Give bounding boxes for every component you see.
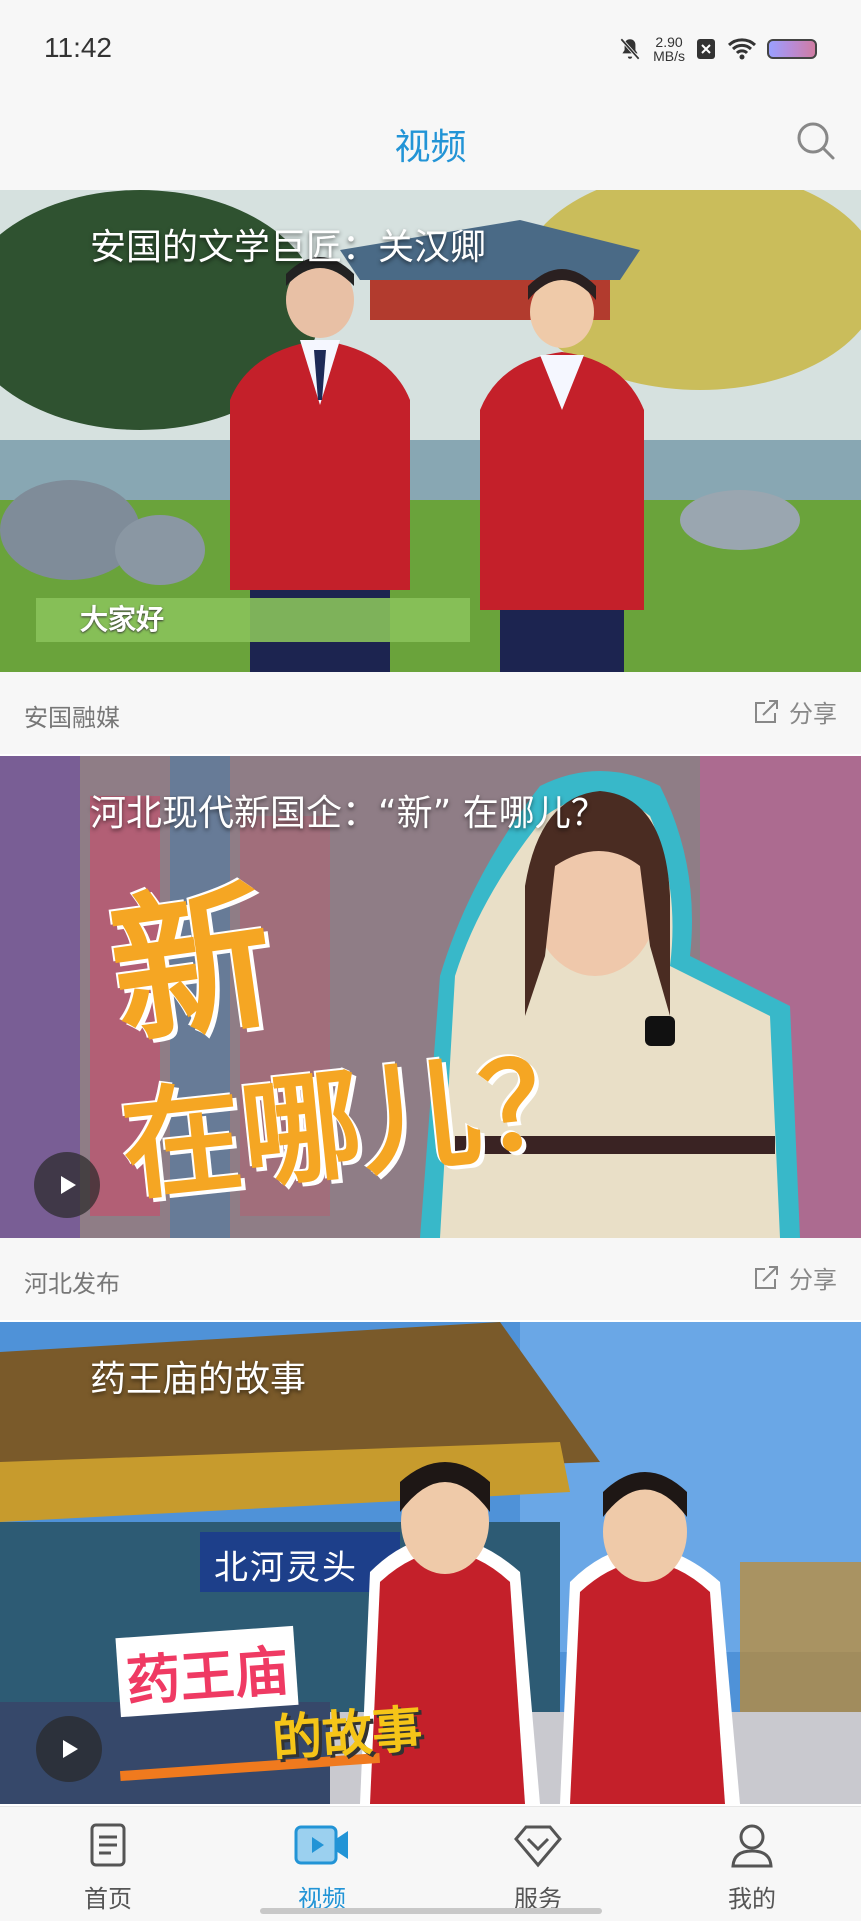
overlay-text-story: 的故事: [270, 1699, 425, 1769]
share-label: 分享: [789, 700, 837, 728]
share-icon: [755, 1265, 778, 1289]
page-title: 视频: [394, 127, 467, 168]
video-title: 河北现代新国企：“新” 在哪儿？: [90, 793, 607, 834]
home-indicator[interactable]: [260, 1908, 602, 1914]
bottom-tab-bar: 首页 视频 服务 我的: [0, 1806, 861, 1921]
mute-bell-icon: [620, 38, 640, 60]
status-bar: 11:42 2.90 MB/s: [0, 0, 861, 100]
share-label: 分享: [789, 1266, 837, 1294]
video-source: 安国融媒: [24, 704, 120, 732]
search-button[interactable]: [791, 116, 841, 166]
speed-value: 2.90: [655, 34, 683, 50]
battery-icon: [767, 39, 817, 59]
tab-label: 我的: [728, 1885, 776, 1913]
tab-service[interactable]: 服务: [478, 1821, 598, 1914]
video-icon: [294, 1825, 348, 1865]
speed-unit: MB/s: [653, 48, 685, 64]
tab-home[interactable]: 首页: [48, 1821, 168, 1914]
gate-plaque: 北河灵头: [214, 1548, 358, 1588]
video-title: 药王庙的故事: [90, 1359, 307, 1400]
share-icon: [755, 699, 778, 723]
profile-icon: [731, 1824, 773, 1868]
header: 视频: [0, 100, 861, 190]
video-thumbnail[interactable]: 大家好 安国的文学巨匠：关汉卿: [0, 190, 861, 672]
video-thumbnail[interactable]: 新 在哪儿？ 河北现代新国企：“新” 在哪儿？: [0, 756, 861, 1238]
news-icon: [90, 1823, 126, 1867]
status-icons: 2.90 MB/s: [617, 34, 817, 64]
service-icon: [514, 1825, 562, 1868]
tab-video[interactable]: 视频: [262, 1821, 382, 1914]
wifi-icon: [727, 38, 757, 60]
play-icon: [63, 1740, 78, 1758]
play-button[interactable]: [36, 1716, 102, 1782]
card-footer: 河北发布 分享: [0, 1238, 861, 1320]
share-button[interactable]: 分享: [751, 694, 837, 729]
tab-label: 首页: [84, 1885, 132, 1913]
tab-profile[interactable]: 我的: [692, 1821, 812, 1914]
status-time: 11:42: [44, 32, 112, 63]
video-title: 安国的文学巨匠：关汉卿: [90, 227, 487, 268]
share-button[interactable]: 分享: [751, 1260, 837, 1295]
search-icon: [797, 122, 835, 160]
video-thumbnail[interactable]: 北河灵头 药王庙 的故事 药王庙的故事: [0, 1322, 861, 1804]
play-button[interactable]: [34, 1152, 100, 1218]
network-speed: 2.90 MB/s: [653, 35, 685, 63]
video-source: 河北发布: [24, 1270, 120, 1298]
no-sim-icon: [697, 39, 715, 59]
video-caption: 大家好: [80, 603, 165, 636]
card-footer: 安国融媒 分享: [0, 672, 861, 754]
play-icon: [61, 1176, 76, 1194]
